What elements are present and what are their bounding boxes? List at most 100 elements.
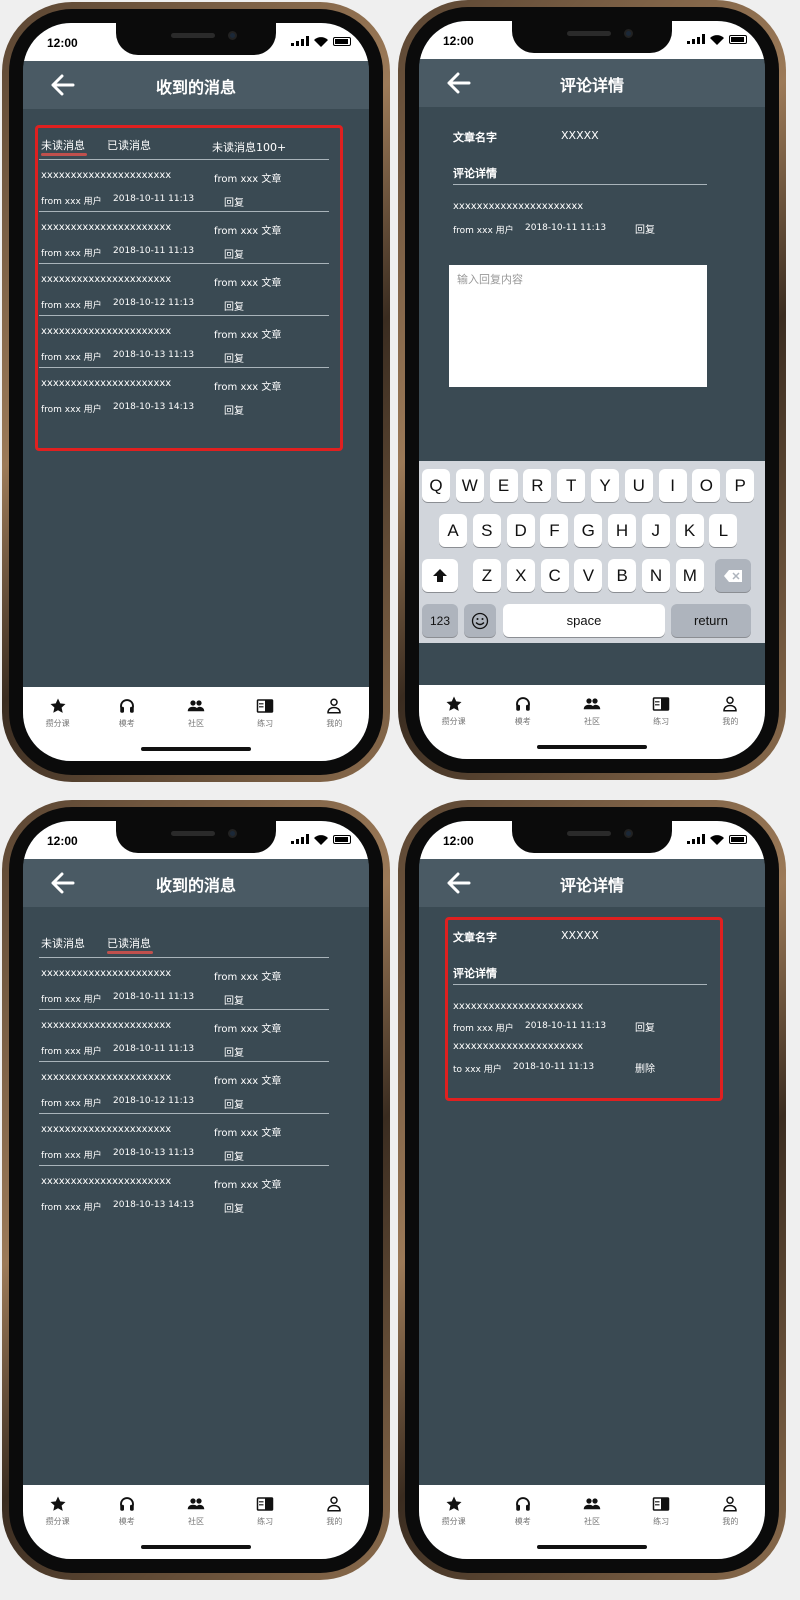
key-l[interactable]: L — [709, 514, 738, 547]
numbers-key[interactable]: 123 — [422, 604, 458, 637]
key-x[interactable]: X — [506, 559, 535, 592]
key-j[interactable]: J — [641, 514, 670, 547]
key-o[interactable]: O — [692, 469, 721, 502]
tab-item-person[interactable]: 我的 — [705, 695, 755, 727]
headphones-icon — [515, 1497, 530, 1511]
message-list: 未读消息 已读消息 xxxxxxxxxxxxxxxxxxxxxx from xxx 文… — [39, 929, 329, 1222]
key-d[interactable]: D — [506, 514, 535, 547]
signal-icon — [291, 36, 309, 46]
return-key[interactable]: return — [671, 604, 751, 637]
key-b[interactable]: B — [608, 559, 637, 592]
tab-item-headphones[interactable]: 模考 — [102, 697, 152, 729]
home-indicator[interactable] — [537, 1545, 647, 1549]
tab-item-person[interactable]: 我的 — [309, 697, 359, 729]
backspace-key[interactable] — [715, 559, 751, 592]
tab-item-star[interactable]: 攒分课 — [429, 1495, 479, 1527]
tab-item-book[interactable]: 练习 — [636, 1495, 686, 1527]
message-item[interactable]: xxxxxxxxxxxxxxxxxxxxxx from xxx 文章 from xx… — [39, 1010, 329, 1062]
message-item[interactable]: xxxxxxxxxxxxxxxxxxxxxx from xxx 文章 from xx… — [39, 958, 329, 1010]
key-f[interactable]: F — [540, 514, 569, 547]
article-label: 文章名字 — [453, 131, 497, 144]
message-item[interactable]: xxxxxxxxxxxxxxxxxxxxxx from xxx 文章 from xx… — [39, 1166, 329, 1222]
person-icon — [723, 1496, 738, 1512]
key-s[interactable]: S — [472, 514, 501, 547]
key-r[interactable]: R — [523, 469, 552, 502]
reply-input[interactable]: 输入回复内容 — [449, 265, 707, 387]
comment-detail-label: 评论详情 — [453, 167, 497, 180]
key-q[interactable]: Q — [422, 469, 450, 502]
reply-link[interactable]: 回复 — [224, 1200, 244, 1215]
tab-item-person[interactable]: 我的 — [309, 1495, 359, 1527]
phone-bezel: 12:00 评论详情 文章名字 XXXXX 评论详情 xxxxxxxxxxxxxxxxxx… — [405, 7, 779, 773]
speaker-grille — [567, 31, 611, 36]
home-indicator[interactable] — [141, 747, 251, 751]
key-a[interactable]: A — [439, 514, 467, 547]
key-g[interactable]: G — [574, 514, 603, 547]
message-tabs: 未读消息 已读消息 — [39, 929, 329, 957]
key-w[interactable]: W — [455, 469, 484, 502]
key-v[interactable]: V — [574, 559, 603, 592]
person-icon — [327, 1496, 342, 1512]
front-camera — [624, 29, 633, 38]
tab-item-book[interactable]: 练习 — [636, 695, 686, 727]
message-item[interactable]: xxxxxxxxxxxxxxxxxxxxxx from xxx 文章 from xx… — [39, 1062, 329, 1114]
tab-item-headphones[interactable]: 模考 — [102, 1495, 152, 1527]
tab-item-star[interactable]: 攒分课 — [33, 1495, 83, 1527]
emoji-key[interactable] — [464, 604, 496, 637]
status-icons — [687, 834, 747, 845]
key-k[interactable]: K — [675, 514, 704, 547]
home-indicator[interactable] — [537, 745, 647, 749]
key-t[interactable]: T — [557, 469, 586, 502]
tab-item-person[interactable]: 我的 — [705, 1495, 755, 1527]
wifi-icon — [314, 36, 328, 47]
tab-item-people[interactable]: 社区 — [567, 1495, 617, 1527]
key-h[interactable]: H — [608, 514, 636, 547]
phone-screen: 12:00 评论详情 文章名字 XXXXX 评论详情 xxxxxxxxxxxxxxxxxx… — [419, 21, 765, 759]
message-source: from xxx 文章 — [214, 1128, 282, 1139]
tab-label: 我的 — [326, 719, 343, 728]
key-u[interactable]: U — [624, 469, 653, 502]
headphones-icon — [515, 697, 530, 711]
tab-label: 社区 — [187, 1517, 204, 1526]
reply-link[interactable]: 回复 — [224, 1044, 244, 1059]
tab-item-people[interactable]: 社区 — [567, 695, 617, 727]
star-icon — [50, 698, 66, 713]
phone-2: 12:00 评论详情 文章名字 XXXXX 评论详情 xxxxxxxxxxxxxxxxxx… — [398, 0, 786, 780]
tab-item-star[interactable]: 攒分课 — [429, 695, 479, 727]
tab-read[interactable]: 已读消息 — [107, 935, 151, 951]
reply-link[interactable]: 回复 — [224, 1148, 244, 1163]
reply-link[interactable]: 回复 — [635, 221, 655, 236]
people-icon — [187, 1498, 205, 1510]
reply-link[interactable]: 回复 — [224, 992, 244, 1007]
message-item[interactable]: xxxxxxxxxxxxxxxxxxxxxx from xxx 文章 from xx… — [39, 1114, 329, 1166]
star-icon — [446, 696, 462, 711]
battery-icon — [729, 34, 747, 44]
key-p[interactable]: P — [726, 469, 755, 502]
battery-icon — [729, 834, 747, 844]
shift-key[interactable] — [422, 559, 458, 592]
tab-item-headphones[interactable]: 模考 — [498, 1495, 548, 1527]
tab-unread[interactable]: 未读消息 — [41, 935, 85, 951]
key-m[interactable]: M — [675, 559, 704, 592]
key-e[interactable]: E — [489, 469, 518, 502]
tab-item-star[interactable]: 攒分课 — [33, 697, 83, 729]
key-i[interactable]: I — [658, 469, 687, 502]
key-z[interactable]: Z — [473, 559, 501, 592]
space-key[interactable]: space — [503, 604, 665, 637]
tab-item-people[interactable]: 社区 — [171, 1495, 221, 1527]
headphones-icon — [119, 1497, 134, 1511]
tab-item-book[interactable]: 练习 — [240, 1495, 290, 1527]
reply-link[interactable]: 回复 — [224, 1096, 244, 1111]
tab-item-book[interactable]: 练习 — [240, 697, 290, 729]
home-indicator[interactable] — [141, 1545, 251, 1549]
tab-item-headphones[interactable]: 模考 — [498, 695, 548, 727]
message-user: from xxx 用户 — [41, 995, 102, 1005]
message-date: 2018-10-11 11:13 — [113, 992, 195, 1002]
tab-item-people[interactable]: 社区 — [171, 697, 221, 729]
nav-bar: 收到的消息 — [23, 61, 369, 109]
key-n[interactable]: N — [642, 559, 670, 592]
key-c[interactable]: C — [540, 559, 569, 592]
comment-user: from xxx 用户 — [453, 226, 514, 236]
front-camera — [624, 829, 633, 838]
key-y[interactable]: Y — [591, 469, 619, 502]
